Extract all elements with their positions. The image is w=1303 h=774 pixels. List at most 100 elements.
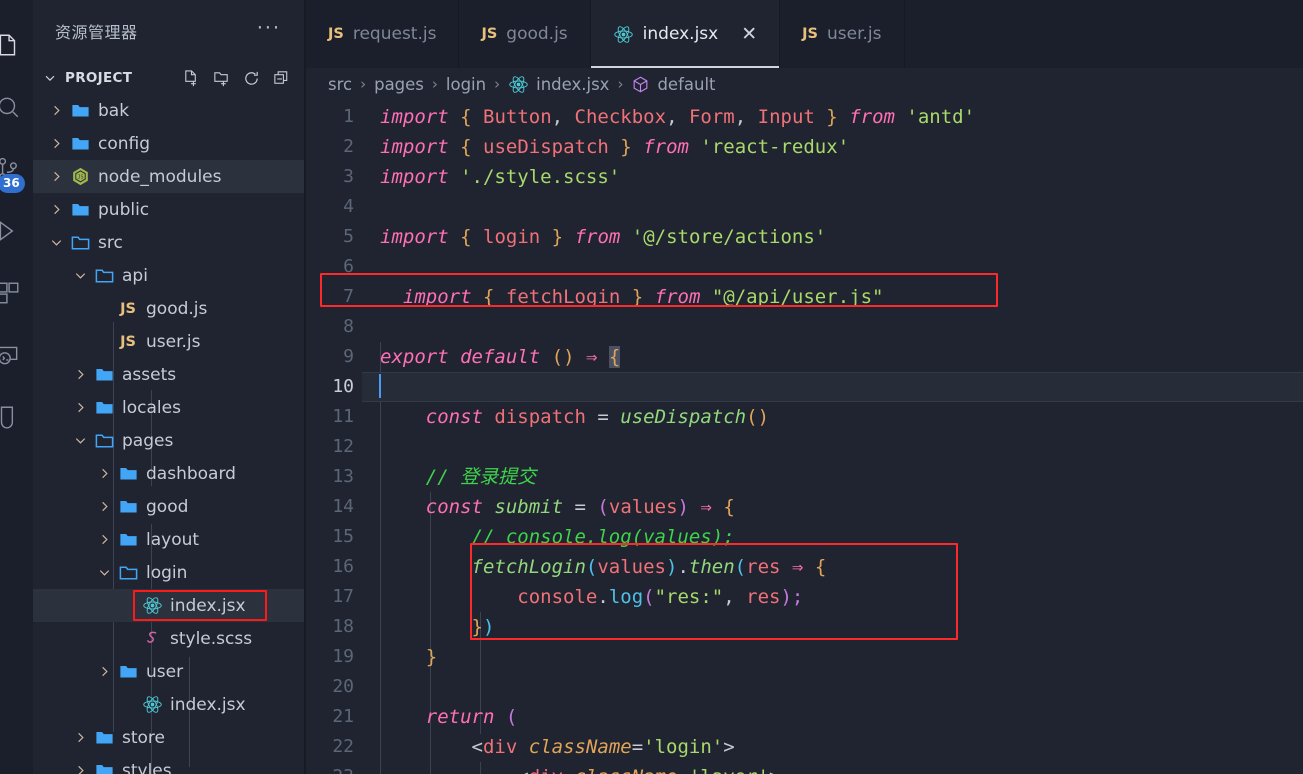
tab-request-js[interactable]: JS request.js bbox=[306, 0, 460, 68]
code-line-2[interactable]: import { useDispatch } from 'react-redux… bbox=[362, 132, 1303, 162]
code-line-11[interactable]: const dispatch = useDispatch() bbox=[362, 402, 1303, 432]
tab-good-js[interactable]: JS good.js bbox=[459, 0, 591, 68]
tree-item-node-modules[interactable]: JS node_modules bbox=[33, 160, 305, 193]
tab-label: request.js bbox=[352, 24, 437, 44]
tab-user-js[interactable]: JS user.js bbox=[780, 0, 905, 68]
project-section-header[interactable]: PROJECT bbox=[33, 62, 305, 94]
tree-item-store[interactable]: store bbox=[33, 721, 305, 754]
refresh-icon[interactable] bbox=[241, 68, 261, 88]
run-and-debug-icon bbox=[0, 218, 21, 244]
tree-item-layout[interactable]: layout bbox=[33, 523, 305, 556]
js-icon: JS bbox=[120, 333, 136, 350]
code-line-13[interactable]: // 登录提交 bbox=[362, 462, 1303, 492]
tab-index-jsx[interactable]: index.jsx ✕ bbox=[590, 0, 781, 68]
activity-extensions-button[interactable] bbox=[0, 262, 32, 324]
tree-item-login[interactable]: login bbox=[33, 556, 305, 589]
close-icon[interactable]: ✕ bbox=[741, 24, 757, 44]
line-number: 9 bbox=[343, 346, 354, 367]
tree-item-index-jsx[interactable]: index.jsx bbox=[33, 589, 305, 622]
collapse-all-icon[interactable] bbox=[271, 68, 291, 88]
breadcrumb-item-login[interactable]: login bbox=[446, 75, 486, 94]
new-file-icon[interactable] bbox=[181, 68, 201, 88]
code-line-14[interactable]: const submit = (values) ⇒ { bbox=[362, 492, 1303, 522]
tree-item-style-scss[interactable]: style.scss bbox=[33, 622, 305, 655]
code-line-21[interactable]: return ( bbox=[362, 702, 1303, 732]
code-line-8[interactable] bbox=[362, 312, 1303, 342]
tree-item-pages[interactable]: pages bbox=[33, 424, 305, 457]
line-number: 1 bbox=[343, 106, 354, 127]
sidebar-section-actions bbox=[181, 68, 305, 88]
react-icon bbox=[139, 694, 165, 715]
tree-item-index-jsx[interactable]: index.jsx bbox=[33, 688, 305, 721]
code-line-5[interactable]: import { login } from '@/store/actions' bbox=[362, 222, 1303, 252]
breadcrumb-item-default[interactable]: default bbox=[631, 75, 716, 94]
code-line-3[interactable]: import './style.scss' bbox=[362, 162, 1303, 192]
line-number: 2 bbox=[343, 136, 354, 157]
line-number: 12 bbox=[332, 436, 354, 457]
chevron-right-icon bbox=[69, 763, 91, 774]
tree-item-label: style.scss bbox=[170, 628, 253, 649]
activity-search-button[interactable] bbox=[0, 76, 32, 138]
tree-item-locales[interactable]: locales bbox=[33, 391, 305, 424]
tree-item-src[interactable]: src bbox=[33, 226, 305, 259]
tree-item-user-js[interactable]: JS user.js bbox=[33, 325, 305, 358]
chevron-right-icon bbox=[69, 367, 91, 382]
file-tree[interactable]: bak config JS node_modules public src api JS goo… bbox=[33, 94, 305, 774]
code-line-16[interactable]: fetchLogin(values).then(res ⇒ { bbox=[362, 552, 1303, 582]
code-line-10[interactable] bbox=[362, 372, 1303, 402]
code-line-17[interactable]: console.log("res:", res); bbox=[362, 582, 1303, 612]
tree-item-bak[interactable]: bak bbox=[33, 94, 305, 127]
editor-tab-bar[interactable]: JS request.js JS good.js index.jsx ✕ JS user.js bbox=[306, 0, 1303, 68]
folder-icon bbox=[91, 727, 117, 748]
code-line-6[interactable] bbox=[362, 252, 1303, 282]
js-icon: JS bbox=[120, 300, 136, 317]
code-line-23[interactable]: <div className='layer'> bbox=[362, 762, 1303, 774]
code-line-12[interactable] bbox=[362, 432, 1303, 462]
tree-item-label: config bbox=[98, 133, 151, 154]
tree-item-label: user.js bbox=[146, 331, 201, 352]
tree-item-user[interactable]: user bbox=[33, 655, 305, 688]
code-line-15[interactable]: // console.log(values); bbox=[362, 522, 1303, 552]
code-line-7[interactable]: import { fetchLogin } from "@/api/user.j… bbox=[362, 282, 1303, 312]
react-file-icon bbox=[508, 74, 529, 95]
activity-source-control-button[interactable]: 36 bbox=[0, 138, 32, 200]
code-line-18[interactable]: }) bbox=[362, 612, 1303, 642]
tree-item-config[interactable]: config bbox=[33, 127, 305, 160]
activity-explorer-button[interactable] bbox=[0, 14, 32, 76]
chevron-right-icon bbox=[69, 400, 91, 415]
activity-remote-explorer-button[interactable] bbox=[0, 324, 32, 386]
sidebar-more-actions-button[interactable]: ··· bbox=[257, 19, 281, 39]
folder-open-icon bbox=[67, 232, 93, 253]
breadcrumb-item-src[interactable]: src bbox=[328, 75, 352, 94]
tree-item-dashboard[interactable]: dashboard bbox=[33, 457, 305, 490]
line-number: 18 bbox=[332, 616, 354, 637]
breadcrumb-item-index-jsx[interactable]: index.jsx bbox=[508, 74, 609, 95]
activity-run-debug-button[interactable] bbox=[0, 200, 32, 262]
tree-item-good[interactable]: good bbox=[33, 490, 305, 523]
line-number: 13 bbox=[332, 466, 354, 487]
tree-item-styles[interactable]: styles bbox=[33, 754, 305, 774]
code-content[interactable]: import { Button, Checkbox, Form, Input }… bbox=[362, 100, 1303, 774]
code-line-9[interactable]: export default () ⇒ { bbox=[362, 342, 1303, 372]
code-line-20[interactable] bbox=[362, 672, 1303, 702]
tree-item-api[interactable]: api bbox=[33, 259, 305, 292]
activity-testing-button[interactable] bbox=[0, 386, 32, 448]
new-folder-icon[interactable] bbox=[211, 68, 231, 88]
breadcrumb-item-pages[interactable]: pages bbox=[374, 75, 424, 94]
tree-item-public[interactable]: public bbox=[33, 193, 305, 226]
code-line-19[interactable]: } bbox=[362, 642, 1303, 672]
code-line-4[interactable] bbox=[362, 192, 1303, 222]
js-file-icon: JS bbox=[328, 26, 344, 42]
code-line-1[interactable]: import { Button, Checkbox, Form, Input }… bbox=[362, 102, 1303, 132]
line-number-gutter: 1234567891011121314151617181920212223 bbox=[306, 100, 362, 774]
tree-item-good-js[interactable]: JS good.js bbox=[33, 292, 305, 325]
line-number: 15 bbox=[332, 526, 354, 547]
chevron-right-icon bbox=[45, 103, 67, 118]
tree-item-assets[interactable]: assets bbox=[33, 358, 305, 391]
code-editor[interactable]: 1234567891011121314151617181920212223 im… bbox=[306, 100, 1303, 774]
tree-item-label: locales bbox=[122, 397, 181, 418]
tree-item-label: assets bbox=[122, 364, 177, 385]
chevron-right-icon bbox=[93, 664, 115, 679]
code-line-22[interactable]: <div className='login'> bbox=[362, 732, 1303, 762]
breadcrumb[interactable]: src › pages › login › index.jsx › default bbox=[306, 68, 1303, 100]
